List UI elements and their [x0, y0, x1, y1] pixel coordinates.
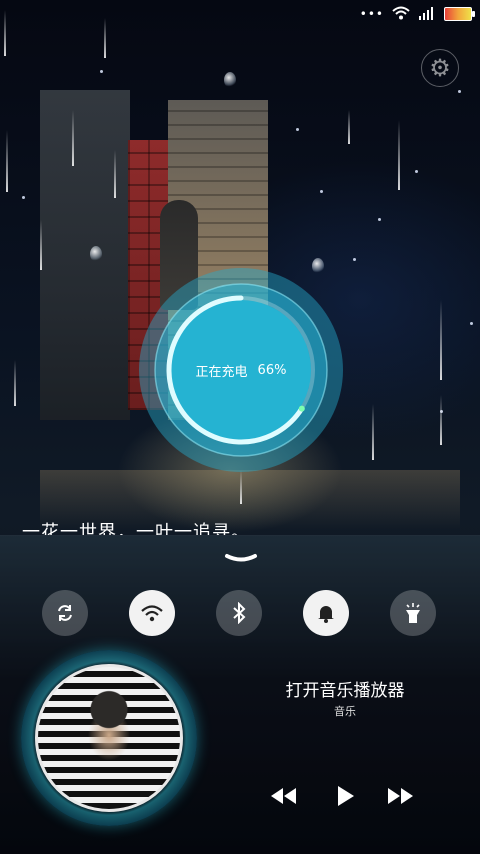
toggle-sound[interactable] — [303, 590, 349, 636]
star — [415, 170, 418, 173]
lockscreen-quote: 一花一世界，一叶一追寻。 — [22, 522, 250, 535]
star — [458, 90, 461, 93]
toggle-sync[interactable] — [42, 590, 88, 636]
wifi-icon — [392, 5, 410, 24]
previous-icon — [271, 788, 296, 804]
water-drop — [90, 246, 102, 262]
album-art[interactable] — [21, 650, 197, 826]
album-cover-image — [35, 664, 183, 812]
rain-streak — [372, 404, 374, 460]
flashlight-icon — [406, 603, 420, 623]
rain-streak — [72, 110, 74, 166]
rain-streak — [6, 130, 8, 192]
rain-streak — [240, 470, 242, 504]
charging-indicator: 正在充电 66% — [137, 266, 345, 474]
rain-streak — [398, 120, 400, 190]
rain-streak — [4, 10, 6, 56]
wallpaper-wall — [40, 90, 130, 420]
star — [296, 128, 299, 131]
previous-button[interactable] — [268, 782, 298, 810]
rain-streak — [440, 395, 442, 445]
rain-streak — [348, 110, 350, 144]
next-icon — [388, 788, 413, 804]
star — [22, 196, 25, 199]
signal-icon — [418, 5, 436, 24]
wifi-icon — [141, 605, 163, 622]
sync-icon — [58, 605, 72, 621]
star — [470, 322, 473, 325]
charging-percent: 66% — [257, 362, 287, 378]
status-bar: ••• — [359, 5, 475, 24]
play-button[interactable] — [332, 782, 358, 810]
toggle-flashlight[interactable] — [390, 590, 436, 636]
star — [100, 70, 103, 73]
toggle-bluetooth[interactable] — [216, 590, 262, 636]
music-title[interactable]: 打开音乐播放器 — [260, 676, 430, 701]
settings-button[interactable]: ⚙ — [421, 49, 459, 87]
rain-streak — [14, 360, 16, 406]
water-drop — [224, 72, 236, 88]
charging-label: 正在充电 — [195, 364, 248, 380]
rain-streak — [114, 150, 116, 198]
rain-streak — [104, 18, 106, 58]
rain-streak — [440, 300, 442, 380]
next-button[interactable] — [386, 782, 416, 810]
star — [353, 258, 356, 261]
panel-handle[interactable] — [224, 550, 258, 562]
star — [320, 190, 323, 193]
battery-icon — [444, 7, 475, 21]
toggle-wifi[interactable] — [129, 590, 175, 636]
rain-streak — [40, 220, 42, 270]
play-icon — [338, 786, 354, 806]
star — [378, 218, 381, 221]
chevron-down-icon — [225, 554, 257, 562]
bluetooth-icon — [233, 602, 246, 624]
notification-dots: ••• — [359, 7, 384, 21]
music-subtitle: 音乐 — [334, 705, 356, 718]
bell-icon — [318, 606, 334, 623]
gear-icon: ⚙ — [429, 54, 451, 82]
